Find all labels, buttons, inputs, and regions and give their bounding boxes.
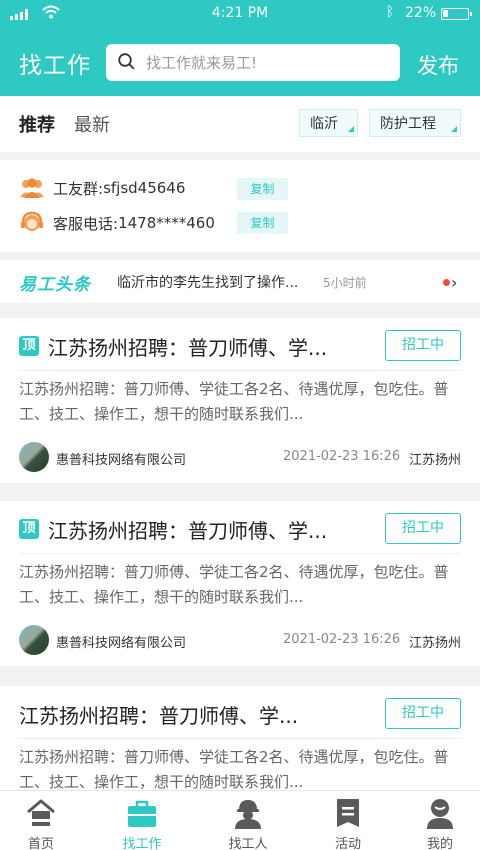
job-title: 江苏扬州招聘：普刀师傅、学... bbox=[48, 518, 328, 543]
news-brand: 易工头条 bbox=[19, 275, 91, 295]
briefcase-icon bbox=[128, 800, 156, 827]
customer-service-icon bbox=[21, 211, 43, 231]
group-row: 工友群: sfjsd45646 bbox=[19, 177, 185, 199]
dropdown-triangle-icon bbox=[451, 126, 457, 132]
job-location: 江苏扬州 bbox=[408, 453, 461, 468]
tabbar-item-find-job[interactable]: 找工作 bbox=[94, 791, 190, 850]
job-card[interactable]: 顶 江苏扬州招聘：普刀师傅、学... 招工中 江苏扬州招聘：普刀师傅、学徒工各2… bbox=[0, 501, 480, 666]
dropdown-triangle-icon bbox=[348, 126, 354, 132]
tabbar-label: 我的 bbox=[426, 837, 453, 850]
divider bbox=[19, 370, 461, 371]
bluetooth-icon: ᛒ bbox=[386, 4, 395, 20]
company-name: 惠普科技网络有限公司 bbox=[56, 453, 187, 468]
post-date: 2021-02-23 16:26 bbox=[283, 632, 401, 647]
profile-icon bbox=[427, 799, 453, 829]
publish-button[interactable]: 发布 bbox=[417, 50, 459, 80]
hiring-status-button[interactable]: 招工中 bbox=[385, 513, 461, 544]
job-card[interactable]: 顶 江苏扬州招聘：普刀师傅、学... 招工中 江苏扬州招聘：普刀师傅、学徒工各2… bbox=[0, 318, 480, 483]
tabbar-item-find-worker[interactable]: 找工人 bbox=[200, 791, 296, 850]
job-footer: 惠普科技网络有限公司 2021-02-23 16:26 江苏扬州 bbox=[19, 442, 461, 472]
company-avatar bbox=[19, 625, 49, 655]
tabbar-item-profile[interactable]: 我的 bbox=[392, 791, 480, 850]
group-value: sfjsd45646 bbox=[103, 179, 186, 197]
tabbar-item-activity[interactable]: 活动 bbox=[300, 791, 396, 850]
tabs-bar: 推荐 最新 临沂 防护工程 bbox=[0, 96, 480, 152]
home-icon bbox=[27, 799, 55, 826]
top-badge: 顶 bbox=[19, 336, 39, 356]
battery-icon bbox=[441, 8, 472, 20]
filter-category-label: 防护工程 bbox=[380, 116, 436, 132]
tabbar-label: 找工人 bbox=[228, 837, 268, 850]
contact-panel: 工友群: sfjsd45646 复制 客服电话: 1478****460 复制 bbox=[0, 160, 480, 252]
search-icon bbox=[118, 53, 135, 70]
tabbar-item-home[interactable]: 首页 bbox=[0, 791, 89, 850]
job-head: 顶 江苏扬州招聘：普刀师傅、学... bbox=[19, 330, 327, 362]
job-location: 江苏扬州 bbox=[408, 636, 461, 651]
page-title: 找工作 bbox=[19, 53, 91, 79]
unread-dot bbox=[443, 279, 450, 286]
chevron-right-icon[interactable]: › bbox=[451, 273, 457, 292]
search-bar[interactable] bbox=[106, 44, 400, 81]
group-label: 工友群: bbox=[53, 179, 104, 198]
job-description: 江苏扬州招聘：普刀师傅、学徒工各2名、待遇优厚，包吃住。普工、技工、操作工，想干… bbox=[19, 748, 449, 790]
job-footer: 惠普科技网络有限公司 2021-02-23 16:26 江苏扬州 bbox=[19, 625, 461, 655]
divider bbox=[19, 738, 461, 739]
worker-icon bbox=[235, 800, 261, 829]
copy-phone-button[interactable]: 复制 bbox=[237, 212, 288, 234]
hiring-status-button[interactable]: 招工中 bbox=[385, 330, 461, 361]
hiring-status-button[interactable]: 招工中 bbox=[385, 698, 461, 729]
top-badge: 顶 bbox=[19, 519, 39, 539]
news-ticker[interactable]: 易工头条 临沂市的李先生找到了操作... 5小时前 › bbox=[0, 260, 480, 303]
search-input[interactable] bbox=[146, 44, 391, 81]
job-title: 江苏扬州招聘：普刀师傅、学... bbox=[48, 335, 328, 360]
post-date: 2021-02-23 16:26 bbox=[283, 449, 401, 464]
tab-latest[interactable]: 最新 bbox=[74, 111, 110, 137]
filter-location[interactable]: 临沂 bbox=[299, 109, 358, 137]
status-bar: 4:21 PM ᛒ 22% bbox=[0, 0, 480, 28]
app-header: 4:21 PM ᛒ 22% 找工作 发布 bbox=[0, 0, 480, 96]
tabbar-label: 找工作 bbox=[122, 837, 162, 850]
activity-icon bbox=[337, 799, 359, 827]
filter-category[interactable]: 防护工程 bbox=[369, 109, 461, 137]
bottom-tab-bar: 首页 找工作 找工人 活动 我的 bbox=[0, 790, 480, 850]
phone-label: 客服电话: bbox=[53, 214, 119, 233]
tabbar-label: 活动 bbox=[334, 837, 361, 850]
company-name: 惠普科技网络有限公司 bbox=[56, 636, 187, 651]
job-head: 江苏扬州招聘：普刀师傅、学... bbox=[19, 698, 298, 730]
tabbar-label: 首页 bbox=[27, 837, 54, 850]
news-time: 5小时前 bbox=[323, 276, 367, 290]
job-card[interactable]: 江苏扬州招聘：普刀师傅、学... 招工中 江苏扬州招聘：普刀师傅、学徒工各2名、… bbox=[0, 686, 480, 790]
job-head: 顶 江苏扬州招聘：普刀师傅、学... bbox=[19, 513, 327, 545]
phone-value: 1478****460 bbox=[118, 214, 215, 232]
job-title: 江苏扬州招聘：普刀师傅、学... bbox=[19, 703, 299, 728]
copy-group-button[interactable]: 复制 bbox=[237, 178, 288, 200]
company-avatar bbox=[19, 442, 49, 472]
tab-recommended[interactable]: 推荐 bbox=[19, 111, 55, 137]
phone-row: 客服电话: 1478****460 bbox=[19, 211, 215, 235]
news-text: 临沂市的李先生找到了操作... bbox=[117, 275, 299, 291]
battery-percent: 22% bbox=[405, 5, 437, 21]
filter-location-label: 临沂 bbox=[310, 116, 338, 132]
group-icon bbox=[20, 178, 44, 198]
job-description: 江苏扬州招聘：普刀师傅、学徒工各2名、待遇优厚，包吃住。普工、技工、操作工，想干… bbox=[19, 380, 449, 423]
job-description: 江苏扬州招聘：普刀师傅、学徒工各2名、待遇优厚，包吃住。普工、技工、操作工，想干… bbox=[19, 563, 449, 606]
divider bbox=[19, 553, 461, 554]
